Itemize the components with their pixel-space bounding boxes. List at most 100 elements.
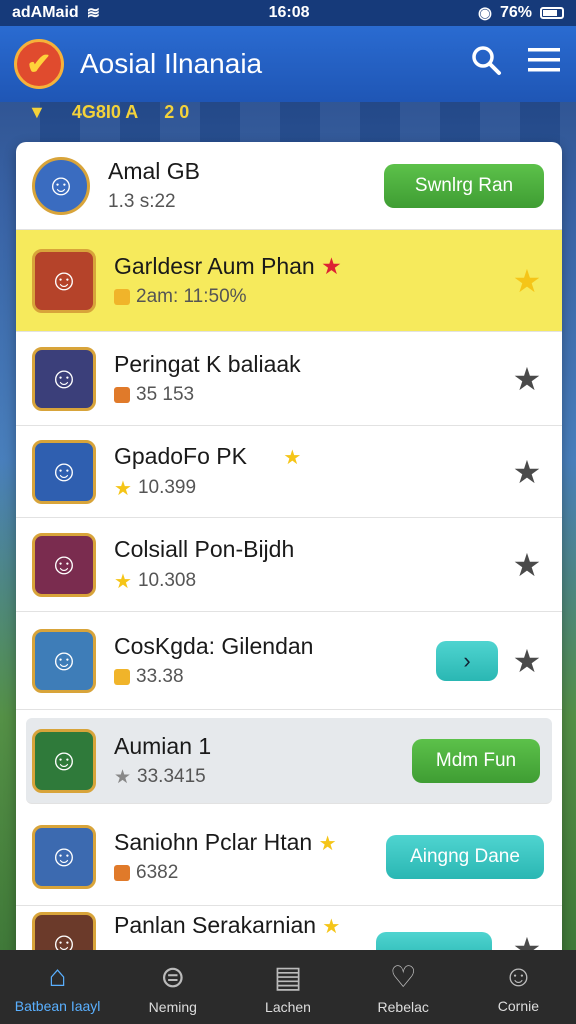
list-item-name: GpadoFo PK ★ xyxy=(114,443,510,470)
coin-icon xyxy=(114,387,130,403)
heart-icon: ♡ xyxy=(389,960,417,994)
list-item-name: Panlan Serakarnian ★ xyxy=(114,912,376,939)
avatar: ☺ xyxy=(32,439,96,504)
list-item-info: Amal GB 1.3 s:22 xyxy=(108,158,384,213)
nav-item-cornie[interactable]: ☺ Cornie xyxy=(461,950,576,1024)
coin-icon xyxy=(114,669,130,685)
list-item-sub-text: 10.399 xyxy=(137,477,197,498)
star-badge-icon: ★ xyxy=(321,253,342,279)
swnlrg-ran-button[interactable]: Swnlrg Ran xyxy=(384,163,544,208)
list-item-sub: ★ 10.308 xyxy=(114,569,510,594)
list-item-sub: ★ 10.399 xyxy=(114,476,510,501)
list-item-sub: 6382 xyxy=(114,862,386,884)
subbar-text-2: 2 0 xyxy=(164,101,190,122)
list-item-sub-text: 2am: 11:50% xyxy=(136,286,247,307)
app-header: ✔ Aosial Ilnanaia xyxy=(0,26,576,102)
avatar: ☺ xyxy=(32,346,96,411)
coin-icon xyxy=(114,865,130,881)
carrier-label: adAMaid xyxy=(12,4,79,21)
battery-label: 76% xyxy=(499,4,532,21)
list-item-name-text: Aumian 1 xyxy=(114,732,212,759)
favorite-star-icon[interactable]: ★ xyxy=(510,546,544,584)
star-icon: ★ xyxy=(318,833,337,855)
list-item[interactable]: ☺ Peringat K baliaak 35 153 ★ xyxy=(16,332,562,426)
nav-item-home[interactable]: ⌂ Batbean Iaayl xyxy=(0,950,115,1024)
profile-icon: ☺ xyxy=(503,960,534,993)
favorite-star-icon[interactable]: ★ xyxy=(510,262,544,300)
list-item-info: CosKgda: Gilendan 33.38 xyxy=(114,633,436,688)
sub-info-bar: ▼ 4G8I0 A 2 0 xyxy=(0,96,576,128)
nav-label: Cornie xyxy=(497,998,540,1014)
star-icon: ★ xyxy=(283,446,302,469)
list-item[interactable]: ☺ Aumian 1 ★ 33.3415 Mdm Fun xyxy=(26,718,552,804)
alarm-icon: ◉ xyxy=(478,5,492,22)
list-item-sub: ★ 33.3415 xyxy=(114,766,412,789)
nav-item-rebelac[interactable]: ♡ Rebelac xyxy=(346,950,461,1024)
game-list: ☺ Amal GB 1.3 s:22 Swnlrg Ran ☺ Garldesr… xyxy=(16,142,562,962)
avatar: ☺ xyxy=(32,728,96,793)
favorite-star-icon[interactable]: ★ xyxy=(510,453,544,491)
coin-icon xyxy=(114,289,130,305)
bottom-nav: ⌂ Batbean Iaayl ⊜ Neming ▤ Lachen ♡ Rebe… xyxy=(0,950,576,1024)
list-item-sub: 2am: 11:50% xyxy=(114,286,510,308)
nav-item-lachen[interactable]: ▤ Lachen xyxy=(230,950,345,1024)
star-icon: ★ xyxy=(114,570,132,593)
avatar: ☺ xyxy=(32,532,96,597)
search-icon[interactable] xyxy=(468,44,504,84)
play-arrow-button[interactable]: › xyxy=(436,640,498,681)
list-item-info: Aumian 1 ★ 33.3415 xyxy=(114,733,412,789)
list-item-info: Peringat K baliaak 35 153 xyxy=(114,351,510,406)
list-item-name-text: Garldesr Aum Phan xyxy=(114,253,315,279)
list-item-info: Saniohn Pclar Htan ★ 6382 xyxy=(114,829,386,884)
list-item-sub: 35 153 xyxy=(114,384,510,406)
list-item-sub-text: 35 153 xyxy=(136,384,195,405)
list-item-name: Peringat K baliaak xyxy=(114,351,301,377)
avatar: ☺ xyxy=(32,248,96,313)
list-item-name-text: GpadoFo PK xyxy=(114,442,247,469)
nav-label: Neming xyxy=(148,998,197,1015)
nav-label: Batbean Iaayl xyxy=(14,998,101,1014)
menu-icon[interactable] xyxy=(526,46,562,82)
list-item[interactable]: ☺ Saniohn Pclar Htan ★ 6382 Aingng Dane xyxy=(16,808,562,906)
dropdown-indicator-icon[interactable]: ▼ xyxy=(28,102,46,123)
list-item-sub: 33.38 xyxy=(114,666,436,688)
aingng-dane-button[interactable]: Aingng Dane xyxy=(386,834,544,879)
home-icon: ⌂ xyxy=(48,960,67,993)
list-item[interactable]: ☺ Colsiall Pon-Bijdh ★ 10.308 ★ xyxy=(16,518,562,612)
list-item-info: Garldesr Aum Phan ★ 2am: 11:50% xyxy=(114,253,510,308)
star-icon: ★ xyxy=(114,477,132,500)
compass-icon: ⊜ xyxy=(160,960,186,994)
list-item-name: CosKgda: Gilendan xyxy=(114,633,314,659)
star-icon: ★ xyxy=(322,916,341,938)
list-item-name: Colsiall Pon-Bijdh xyxy=(114,535,295,562)
list-item[interactable]: ☺ CosKgda: Gilendan 33.38 › ★ xyxy=(16,612,562,710)
favorite-star-icon[interactable]: ★ xyxy=(510,360,544,398)
list-item-name-text: Panlan Serakarnian xyxy=(114,912,317,938)
list-item[interactable]: ☺ Garldesr Aum Phan ★ 2am: 11:50% ★ xyxy=(16,230,562,332)
wifi-icon: ≋ xyxy=(86,5,101,22)
nav-item-neming[interactable]: ⊜ Neming xyxy=(115,950,230,1024)
list-item-name: Saniohn Pclar Htan ★ xyxy=(114,829,386,856)
avatar: ☺ xyxy=(32,156,90,215)
list-item-name: Amal GB xyxy=(108,158,201,184)
list-item[interactable]: ☺ GpadoFo PK ★ ★ 10.399 ★ xyxy=(16,426,562,518)
list-item-name: Aumian 1 xyxy=(114,733,412,760)
list-item-sub: 1.3 s:22 xyxy=(108,191,384,213)
list-item-info: Colsiall Pon-Bijdh ★ 10.308 xyxy=(114,536,510,594)
avatar: ☺ xyxy=(32,628,96,693)
list-item-sub-text: 33.38 xyxy=(136,666,184,687)
subbar-text-1: 4G8I0 A xyxy=(71,101,139,122)
list-item-info: GpadoFo PK ★ ★ 10.399 xyxy=(114,443,510,501)
battery-icon xyxy=(540,7,564,19)
status-bar: adAMaid ≋ 16:08 ◉ 76% xyxy=(0,0,576,26)
list-item-sub-text: 33.3415 xyxy=(137,766,206,787)
mdm-fun-button[interactable]: Mdm Fun xyxy=(412,738,540,783)
clock: 16:08 xyxy=(268,4,310,21)
favorite-star-icon[interactable]: ★ xyxy=(510,642,544,680)
avatar: ☺ xyxy=(32,824,96,889)
list-item[interactable]: ☺ Amal GB 1.3 s:22 Swnlrg Ran xyxy=(16,142,562,230)
star-icon: ★ xyxy=(114,766,132,788)
list-item-sub-text: 10.308 xyxy=(137,570,197,591)
list-item-name: Garldesr Aum Phan ★ xyxy=(114,253,510,280)
list-item-name-text: Saniohn Pclar Htan xyxy=(114,829,313,855)
